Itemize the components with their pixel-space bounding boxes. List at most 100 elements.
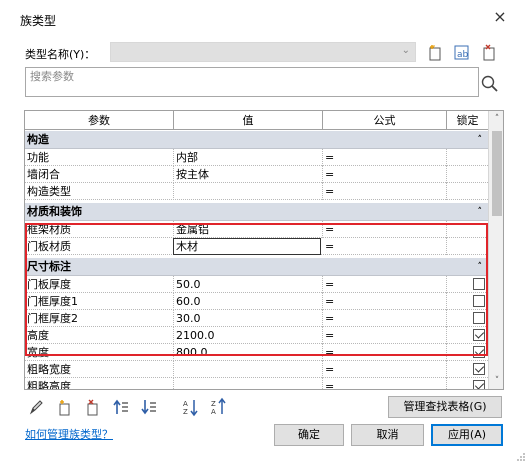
vertical-scrollbar[interactable]: ˄ ˅ — [488, 111, 503, 389]
svg-text:A: A — [183, 400, 188, 408]
cancel-button[interactable]: 取消 — [351, 424, 424, 446]
table-row[interactable]: 门框厚度1 60.0 = — [25, 293, 488, 310]
lock-checkbox[interactable] — [473, 295, 485, 307]
lock-checkbox[interactable] — [473, 312, 485, 324]
ok-button[interactable]: 确定 — [274, 424, 344, 446]
dialog-title: 族类型 — [20, 14, 57, 28]
rename-type-icon[interactable]: ab — [452, 42, 472, 62]
header-value[interactable]: 值 — [174, 111, 323, 130]
group-construction[interactable]: 构造 ˄ — [25, 131, 488, 149]
param-formula[interactable]: = — [323, 221, 447, 238]
param-value[interactable]: 金属铝 — [174, 221, 323, 238]
lock-checkbox[interactable] — [473, 278, 485, 290]
table-row[interactable]: 构造类型 = — [25, 183, 488, 200]
header-parameter[interactable]: 参数 — [25, 111, 174, 130]
group-name: 构造 — [27, 133, 49, 146]
param-name: 高度 — [25, 327, 174, 344]
table-header: 参数 值 公式 锁定 — [25, 111, 488, 130]
table-row[interactable]: 粗略宽度 = — [25, 361, 488, 378]
scroll-down-icon[interactable]: ˅ — [489, 373, 503, 389]
param-value[interactable]: 内部 — [174, 149, 323, 166]
param-formula[interactable]: = — [323, 378, 447, 389]
param-formula[interactable]: = — [323, 183, 447, 200]
table-row[interactable]: 高度 2100.0 = — [25, 327, 488, 344]
search-input[interactable] — [26, 68, 478, 84]
collapse-icon[interactable]: ˄ — [478, 203, 483, 221]
collapse-icon[interactable]: ˄ — [478, 258, 483, 276]
pencil-icon[interactable] — [28, 397, 46, 417]
parameters-grid: 参数 值 公式 锁定 构造 ˄ 功能 内部 = 墙闭合 按主体 = 构造类型 =… — [24, 110, 504, 390]
group-name: 材质和装饰 — [27, 205, 82, 218]
chevron-down-icon: ⌄ — [401, 45, 410, 56]
search-icon[interactable] — [478, 72, 502, 94]
param-name: 粗略高度 — [25, 378, 174, 389]
value-edit-field[interactable]: 木材 — [173, 238, 321, 255]
search-parameters-box[interactable] — [25, 67, 479, 97]
collapse-icon[interactable]: ˄ — [478, 131, 483, 149]
close-icon[interactable]: × — [491, 8, 509, 26]
param-value[interactable] — [174, 183, 323, 200]
param-name: 门板厚度 — [25, 276, 174, 293]
param-formula[interactable]: = — [323, 276, 447, 293]
param-formula[interactable]: = — [323, 327, 447, 344]
scroll-thumb[interactable] — [492, 131, 502, 216]
param-formula[interactable]: = — [323, 361, 447, 378]
sort-descending-icon[interactable]: Z A — [210, 397, 228, 417]
header-formula[interactable]: 公式 — [323, 111, 447, 130]
delete-param-icon[interactable] — [84, 397, 102, 417]
param-name: 构造类型 — [25, 183, 174, 200]
new-param-icon[interactable] — [56, 397, 74, 417]
param-formula[interactable]: = — [323, 149, 447, 166]
param-name: 宽度 — [25, 344, 174, 361]
new-type-icon[interactable] — [426, 42, 446, 62]
table-row[interactable]: 墙闭合 按主体 = — [25, 166, 488, 183]
svg-text:Z: Z — [183, 408, 188, 416]
param-value[interactable]: 50.0 — [174, 276, 323, 293]
param-value[interactable]: 2100.0 — [174, 327, 323, 344]
group-materials[interactable]: 材质和装饰 ˄ — [25, 203, 488, 221]
table-row[interactable]: 框架材质 金属铝 = — [25, 221, 488, 238]
table-row[interactable]: 宽度 800.0 = — [25, 344, 488, 361]
manage-lookup-tables-button[interactable]: 管理查找表格(G) — [388, 396, 502, 418]
delete-type-icon[interactable] — [480, 42, 500, 62]
move-up-icon[interactable] — [112, 397, 130, 417]
sort-ascending-icon[interactable]: A Z — [182, 397, 200, 417]
lock-checkbox[interactable] — [473, 363, 485, 375]
scroll-up-icon[interactable]: ˄ — [489, 111, 503, 127]
table-row[interactable]: 功能 内部 = — [25, 149, 488, 166]
lock-checkbox[interactable] — [473, 329, 485, 341]
svg-text:Z: Z — [211, 400, 216, 408]
param-name: 粗略宽度 — [25, 361, 174, 378]
param-formula[interactable]: = — [323, 310, 447, 327]
apply-button[interactable]: 应用(A) — [431, 424, 503, 446]
param-formula[interactable]: = — [323, 166, 447, 183]
type-name-label: 类型名称(Y)： — [25, 48, 96, 61]
param-name: 框架材质 — [25, 221, 174, 238]
lock-checkbox[interactable] — [473, 346, 485, 358]
param-name: 门板材质 — [25, 238, 174, 255]
help-manage-family-types-link[interactable]: 如何管理族类型？ — [25, 426, 113, 442]
param-name: 墙闭合 — [25, 166, 174, 183]
table-row[interactable]: 粗略高度 = — [25, 378, 488, 389]
param-value[interactable]: 60.0 — [174, 293, 323, 310]
header-lock[interactable]: 锁定 — [447, 111, 488, 130]
resize-grip-icon[interactable] — [516, 452, 526, 462]
lock-checkbox[interactable] — [473, 380, 485, 389]
param-formula[interactable]: = — [323, 293, 447, 310]
param-value[interactable]: 800.0 — [174, 344, 323, 361]
param-value: 木材 — [176, 240, 198, 253]
type-name-dropdown[interactable]: ⌄ — [110, 42, 416, 62]
move-down-icon[interactable] — [140, 397, 158, 417]
param-value[interactable] — [174, 361, 323, 378]
param-formula[interactable]: = — [323, 238, 447, 255]
param-value[interactable]: 按主体 — [174, 166, 323, 183]
group-name: 尺寸标注 — [27, 260, 71, 273]
group-dimensions[interactable]: 尺寸标注 ˄ — [25, 258, 488, 276]
param-value[interactable]: 30.0 — [174, 310, 323, 327]
table-row[interactable]: 门框厚度2 30.0 = — [25, 310, 488, 327]
table-row[interactable]: 门板材质 木材 = — [25, 238, 488, 255]
param-formula[interactable]: = — [323, 344, 447, 361]
param-value[interactable] — [174, 378, 323, 389]
param-name: 门框厚度1 — [25, 293, 174, 310]
table-row[interactable]: 门板厚度 50.0 = — [25, 276, 488, 293]
